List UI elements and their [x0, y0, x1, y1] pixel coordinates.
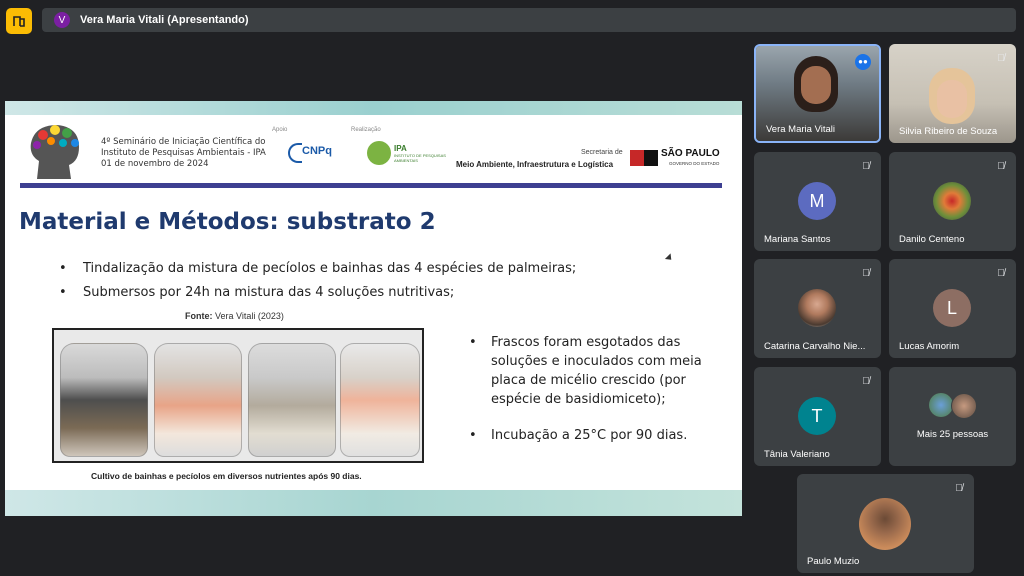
participant-name: Lucas Amorim [899, 341, 960, 352]
slide-top-band [5, 101, 742, 115]
apoio-label: Apoio [272, 127, 288, 133]
participant-tile-tania[interactable]: 🎙̸ T Tânia Valeriano [754, 367, 881, 466]
ipa-logo-icon [367, 141, 391, 165]
mouse-cursor-icon [664, 253, 675, 263]
slide-bullet-right: Incubação a 25°C por 90 dias. [469, 426, 687, 445]
mic-off-icon: 🎙̸ [997, 268, 1005, 279]
sp-logo-text: SÃO PAULO [661, 148, 720, 159]
seminar-info: 4º Seminário de Iniciação Científica do … [101, 137, 266, 170]
participant-avatar-plant [933, 182, 971, 220]
presenter-title: Vera Maria Vitali (Apresentando) [80, 14, 249, 26]
secretaria-label: Secretaria de [581, 149, 623, 156]
photo-source: Fonte: Vera Vitali (2023) [185, 311, 284, 321]
sp-logo-icon [630, 150, 658, 166]
fonte-label: Fonte: [185, 311, 213, 321]
participant-avatar: T [798, 397, 836, 435]
jar-image [340, 343, 420, 457]
mic-off-icon: 🎙̸ [997, 161, 1005, 172]
participant-face [937, 80, 967, 118]
mic-off-icon: 🎙̸ [862, 268, 870, 279]
jars-photo [52, 328, 424, 463]
participant-avatar-photo [859, 498, 911, 550]
participant-name: Danilo Centeno [899, 234, 965, 245]
participant-tile-danilo[interactable]: 🎙̸ Danilo Centeno [889, 152, 1016, 251]
ipa-sub: INSTITUTO DE PESQUISAS AMBIENTAIS [394, 153, 446, 163]
seminar-line: 4º Seminário de Iniciação Científica do [101, 137, 266, 147]
more-participants-tile[interactable]: Mais 25 pessoas [889, 367, 1016, 466]
shared-slide[interactable]: 4º Seminário de Iniciação Científica do … [5, 101, 742, 516]
ipa-logo-text: IPA INSTITUTO DE PESQUISAS AMBIENTAIS [394, 144, 450, 163]
jar-image [60, 343, 148, 457]
mic-off-icon: 🎙̸ [862, 376, 870, 387]
realizacao-label: Realização [351, 127, 381, 133]
participant-name: Paulo Muzio [807, 556, 860, 567]
mic-off-icon: 🎙̸ [862, 161, 870, 172]
cnpq-logo: CNPq [288, 143, 332, 163]
mic-off-icon: 🎙̸ [997, 53, 1005, 64]
fonte-value: Vera Vitali (2023) [215, 311, 284, 321]
slide-bullet-right: Frascos foram esgotados das soluções e i… [469, 333, 711, 409]
participant-tile-catarina[interactable]: 🎙̸ Catarina Carvalho Nie... [754, 259, 881, 358]
photo-caption: Cultivo de bainhas e pecíolos em diverso… [91, 471, 362, 481]
participant-avatar: M [798, 182, 836, 220]
cnpq-label: CNPq [302, 145, 332, 157]
slide-divider [20, 183, 722, 188]
app-menu-button[interactable] [6, 8, 32, 34]
secretaria-name: Meio Ambiente, Infraestrutura e Logístic… [456, 160, 614, 169]
slide-header: 4º Seminário de Iniciação Científica do … [5, 119, 742, 185]
seminar-line: Instituto de Pesquisas Ambientais - IPA [101, 148, 266, 158]
slide-bullet: Submersos por 24h na mistura das 4 soluç… [59, 285, 454, 300]
participant-face [801, 66, 831, 104]
slide-bullet: Tindalização da mistura de pecíolos e ba… [59, 261, 576, 276]
participant-avatar-photo [798, 289, 836, 327]
participant-tile-lucas[interactable]: 🎙̸ L Lucas Amorim [889, 259, 1016, 358]
ipa-label: IPA [394, 144, 407, 153]
jar-image [154, 343, 242, 457]
seminar-logo-icon [30, 125, 79, 179]
jar-image [248, 343, 336, 457]
speaking-indicator-icon: ●● [855, 54, 871, 70]
participant-tile-mariana[interactable]: 🎙̸ M Mariana Santos [754, 152, 881, 251]
participant-name: Silvia Ribeiro de Souza [899, 126, 998, 137]
presenter-avatar: V [54, 12, 70, 28]
document-icon [13, 16, 25, 27]
participant-name: Catarina Carvalho Nie... [764, 341, 866, 352]
participant-tile-paulo[interactable]: 🎙̸ Paulo Muzio [797, 474, 974, 573]
participant-name: Tânia Valeriano [764, 449, 830, 460]
participant-name: Vera Maria Vitali [766, 124, 835, 135]
mic-off-icon: 🎙̸ [955, 483, 963, 494]
participant-avatar-small [951, 393, 977, 419]
participant-avatar-small [929, 393, 953, 417]
participant-avatar: L [933, 289, 971, 327]
seminar-line: 01 de novembro de 2024 [101, 159, 209, 169]
participant-tile-vera[interactable]: ●● Vera Maria Vitali [754, 44, 881, 143]
participant-tile-silvia[interactable]: 🎙̸ Silvia Ribeiro de Souza [889, 44, 1016, 143]
slide-bottom-band [5, 490, 742, 516]
participant-name: Mariana Santos [764, 234, 831, 245]
slide-title: Material e Métodos: substrato 2 [19, 209, 436, 235]
more-participants-label: Mais 25 pessoas [916, 429, 989, 440]
sp-logo-sub: GOVERNO DO ESTADO [669, 161, 720, 166]
presenter-bar: V Vera Maria Vitali (Apresentando) [42, 8, 1016, 32]
